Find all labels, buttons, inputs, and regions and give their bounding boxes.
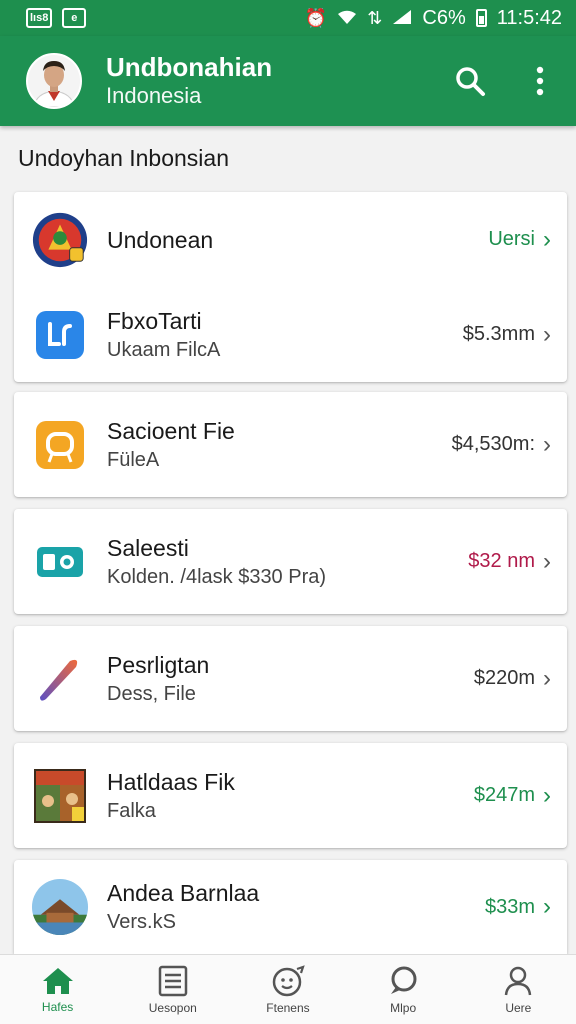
list-item-value: Uersi › <box>488 225 551 253</box>
chevron-right-icon: › <box>543 225 551 253</box>
value-text: $33m <box>484 895 535 918</box>
nav-item-list[interactable]: Uesopon <box>123 965 223 1015</box>
list-item[interactable]: Saleesti Kolden. /4lask $330 Pra) $32 nm… <box>14 509 567 614</box>
list-item-subtitle: Kolden. /4lask $330 Pra) <box>107 565 327 588</box>
value-text: $32 nm <box>468 550 535 572</box>
chevron-right-icon: › <box>543 430 551 458</box>
status-bar-right: ⏰ ⇅ C6% 11:5:42 <box>305 7 562 30</box>
list-item-value: $32 nm › <box>468 547 551 575</box>
battery-icon <box>475 9 487 27</box>
nav-item-chat[interactable]: Mlpo <box>353 965 453 1015</box>
list-card: Undonean Uersi › FbxoTarti Ukaam FilcA $… <box>14 192 567 382</box>
list-card: Hatldaas Fik Falka $247m › <box>14 743 567 848</box>
chevron-right-icon: › <box>543 547 551 575</box>
clock: 11:5:42 <box>496 6 562 29</box>
list-item[interactable]: Undonean Uersi › <box>14 192 567 287</box>
list-item-text: FbxoTarti Ukaam FilcA <box>107 306 463 364</box>
list-item[interactable]: FbxoTarti Ukaam FilcA $5.3mm › <box>14 287 567 382</box>
nav-label: Ftenens <box>266 1000 310 1015</box>
swoosh-icon <box>31 650 89 708</box>
list-card: Sacioent Fie FüleA $4,530m: › <box>14 392 567 497</box>
notification-badge: e <box>62 8 87 28</box>
chevron-right-icon: › <box>543 893 551 920</box>
list-item-subtitle: Vers.kS <box>107 911 176 933</box>
list-item-subtitle: Falka <box>107 799 156 822</box>
list-item-subtitle: Ukaam FilcA <box>107 338 221 361</box>
list-item-title: Undonean <box>107 226 214 253</box>
list-item-title: Sacioent Fie <box>107 417 235 444</box>
list-item-value: $33m › <box>485 895 551 919</box>
list-item-title: Pesrligtan <box>107 651 210 678</box>
list-card: Saleesti Kolden. /4lask $330 Pra) $32 nm… <box>14 509 567 614</box>
status-bar-left: lıs8 e <box>26 8 87 28</box>
value-text: $4,530m: <box>451 433 535 455</box>
nav-item-friends[interactable]: Ftenens <box>238 964 338 1015</box>
chevron-right-icon: › <box>543 320 551 348</box>
chevron-right-icon: › <box>543 664 551 692</box>
list-item-text: Pesrligtan Dess, File <box>107 650 474 708</box>
app-bar-actions <box>452 63 558 99</box>
chat-icon <box>391 966 417 994</box>
data-icon: ⇅ <box>367 8 383 28</box>
teal-app-icon <box>31 533 89 591</box>
battery-percent: C6% <box>422 6 466 29</box>
list-item-text: Andea Barnlaa Vers.kS <box>107 878 485 936</box>
avatar[interactable] <box>26 53 82 109</box>
person-icon <box>505 966 532 995</box>
value-text: $247m <box>473 784 535 806</box>
search-icon[interactable] <box>452 63 488 99</box>
notification-badge: lıs8 <box>26 8 53 28</box>
list-item-value: $5.3mm › <box>462 320 551 348</box>
smiley-icon <box>272 964 305 996</box>
app-bar: Undbonahian Indonesia <box>0 36 576 126</box>
value-text: $220m <box>473 667 535 689</box>
section-title: Undoyhan Inbonsian <box>18 145 229 171</box>
alarm-icon: ⏰ <box>304 8 328 28</box>
list-item-text: Sacioent Fie FüleA <box>107 416 452 474</box>
list-item-title: Saleesti <box>107 534 189 561</box>
status-bar: lıs8 e ⏰ ⇅ C6% 11:5:42 <box>0 0 576 36</box>
list-item-value: $4,530m: › <box>451 430 551 458</box>
app-title: Undbonahian <box>106 52 273 82</box>
list-item-text: Saleesti Kolden. /4lask $330 Pra) <box>107 533 468 591</box>
orange-app-icon <box>31 416 89 474</box>
value-text: $5.3mm <box>462 323 535 345</box>
nav-label: Hafes <box>41 999 74 1014</box>
nav-label: Uesopon <box>148 1000 197 1015</box>
list-item-title: Hatldaas Fik <box>107 768 235 795</box>
list-icon <box>158 965 188 996</box>
signal-icon <box>392 9 412 28</box>
nav-label: Uere <box>505 1000 532 1015</box>
list-card: Andea Barnlaa Vers.kS $33m › <box>14 860 567 954</box>
emblem-icon <box>31 211 89 269</box>
list-item-subtitle: FüleA <box>107 448 160 471</box>
list-item[interactable]: Pesrligtan Dess, File $220m › <box>14 626 567 731</box>
list-item-text: Undonean <box>107 225 488 255</box>
list-item-title: Andea Barnlaa <box>107 880 260 906</box>
list-item-title: FbxoTarti <box>107 307 202 334</box>
blue-app-icon <box>31 306 89 364</box>
home-icon <box>42 967 73 994</box>
app-bar-titles: Undbonahian Indonesia <box>106 52 452 110</box>
landscape-thumbnail-icon <box>31 878 89 936</box>
game-cover-icon <box>31 767 89 825</box>
list-item[interactable]: Hatldaas Fik Falka $247m › <box>14 743 567 848</box>
more-vert-icon[interactable] <box>522 63 558 99</box>
chevron-right-icon: › <box>543 781 551 809</box>
nav-label: Mlpo <box>390 1000 417 1015</box>
nav-item-profile[interactable]: Uere <box>468 965 568 1015</box>
list-item-subtitle: Dess, File <box>107 682 196 705</box>
list-item[interactable]: Sacioent Fie FüleA $4,530m: › <box>14 392 567 497</box>
list-item-text: Hatldaas Fik Falka <box>107 767 474 825</box>
list-item[interactable]: Andea Barnlaa Vers.kS $33m › <box>14 860 567 954</box>
value-text: Uersi <box>488 228 535 250</box>
app-subtitle: Indonesia <box>106 83 202 108</box>
list-item-value: $247m › <box>473 781 551 809</box>
nav-item-home[interactable]: Hafes <box>8 966 108 1014</box>
wifi-icon <box>337 9 357 28</box>
list-card: Pesrligtan Dess, File $220m › <box>14 626 567 731</box>
bottom-navigation: Hafes Uesopon Ftenens Mlpo Uere <box>0 954 576 1024</box>
list-item-value: $220m › <box>473 664 551 692</box>
